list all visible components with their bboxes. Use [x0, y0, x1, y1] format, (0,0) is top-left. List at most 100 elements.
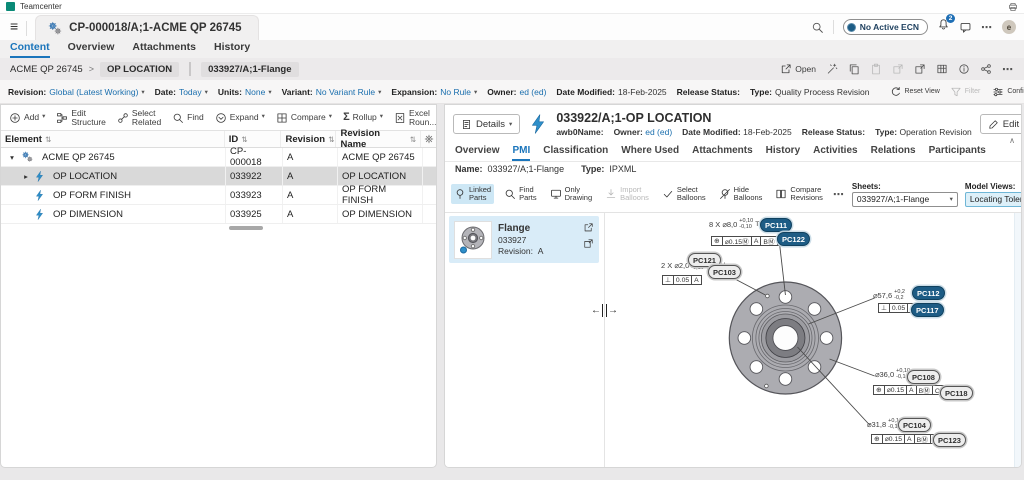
- edit-button[interactable]: Edit: [980, 114, 1022, 134]
- table-row[interactable]: OP FORM FINISH 033923 A OP FORM FINISH: [1, 186, 436, 205]
- caret-down-icon: ▾: [950, 195, 953, 203]
- horizontal-scrollbar[interactable]: [229, 226, 263, 230]
- breadcrumb-context[interactable]: 033927/A;1-Flange: [201, 62, 298, 77]
- configure-button[interactable]: Configure: [992, 86, 1024, 98]
- tab-content[interactable]: Content: [10, 41, 50, 58]
- pmi-balloon[interactable]: PC112: [912, 286, 945, 300]
- tab-relations[interactable]: Relations: [871, 145, 916, 161]
- filter-button[interactable]: Filter: [950, 86, 981, 98]
- pmi-balloon[interactable]: PC104: [898, 418, 931, 432]
- compare-revisions-button[interactable]: Compare Revisions: [772, 184, 826, 204]
- open-object-tab[interactable]: CP-000018/A;1-ACME QP 26745: [35, 15, 258, 40]
- more-icon[interactable]: ⋯: [981, 21, 993, 34]
- ecn-label: No Active ECN: [860, 22, 919, 32]
- find-parts-button[interactable]: Find Parts: [501, 184, 540, 204]
- table-row[interactable]: ▾ACME QP 26745 CP-000018 A ACME QP 26745: [1, 148, 436, 167]
- table-row[interactable]: OP DIMENSION 033925 A OP DIMENSION: [1, 205, 436, 224]
- export-icon[interactable]: [892, 63, 904, 75]
- find-button[interactable]: Find: [172, 112, 204, 124]
- pmi-balloon[interactable]: PC111: [760, 218, 792, 232]
- sort-icon[interactable]: ⇅: [410, 135, 416, 144]
- caret-down-icon[interactable]: ▾: [7, 153, 17, 162]
- tab-history[interactable]: History: [766, 145, 800, 161]
- copy-icon[interactable]: [848, 63, 860, 75]
- paste-icon[interactable]: [870, 63, 882, 75]
- menu-icon[interactable]: ≡: [10, 15, 26, 39]
- compare-button[interactable]: Compare▾: [276, 112, 332, 124]
- tab-where-used[interactable]: Where Used: [621, 145, 679, 161]
- share-icon[interactable]: [980, 63, 992, 75]
- avatar[interactable]: e: [1002, 20, 1016, 34]
- part-card-selected[interactable]: Flange 033927 Revision: A: [449, 216, 599, 263]
- edit-structure-button[interactable]: Edit Structure: [56, 109, 105, 127]
- excel-round-trip-button[interactable]: Excel Roun...: [394, 109, 436, 127]
- tab-history[interactable]: History: [214, 41, 250, 58]
- column-header-id[interactable]: ID⇅: [225, 131, 282, 147]
- caret-right-icon[interactable]: ▸: [21, 172, 31, 181]
- expand-button[interactable]: Expand▾: [215, 112, 265, 124]
- more-icon[interactable]: ⋯: [833, 188, 845, 201]
- table-icon[interactable]: [936, 63, 948, 75]
- date-field[interactable]: Date:Today▾: [155, 87, 208, 97]
- export-icon[interactable]: [583, 238, 594, 249]
- import-balloons-button[interactable]: Import Balloons: [602, 184, 652, 204]
- open-in-new-icon[interactable]: [914, 63, 926, 75]
- breadcrumb-child[interactable]: OP LOCATION: [100, 62, 179, 77]
- sort-icon[interactable]: ⇅: [241, 135, 247, 144]
- tab-activities[interactable]: Activities: [813, 145, 857, 161]
- pmi-balloon[interactable]: PC123: [933, 433, 966, 447]
- pmi-balloon[interactable]: PC122: [777, 232, 810, 246]
- column-header-revision-name[interactable]: Revision Name⇅: [336, 131, 421, 147]
- units-field[interactable]: Units:None▾: [218, 87, 272, 97]
- more-icon[interactable]: ⋯: [1002, 63, 1014, 76]
- active-ecn-button[interactable]: No Active ECN: [843, 19, 928, 35]
- info-icon[interactable]: [958, 63, 970, 75]
- column-header-element[interactable]: Element⇅: [1, 131, 225, 147]
- pmi-balloon[interactable]: PC118: [940, 386, 973, 400]
- tab-overview[interactable]: Overview: [455, 145, 499, 161]
- pane-splitter[interactable]: ← →: [591, 304, 618, 317]
- linked-parts-button[interactable]: Linked Parts: [451, 184, 494, 204]
- tab-overview[interactable]: Overview: [68, 41, 115, 58]
- select-balloons-button[interactable]: Select Balloons: [659, 184, 709, 204]
- pmi-balloon[interactable]: PC103: [708, 265, 741, 279]
- sort-icon[interactable]: ⇅: [328, 135, 334, 144]
- hide-balloons-button[interactable]: Hide Balloons: [716, 184, 766, 204]
- search-icon[interactable]: [811, 21, 824, 34]
- notifications-button[interactable]: 2: [937, 18, 950, 36]
- tab-pmi[interactable]: PMI: [512, 145, 530, 161]
- variant-field[interactable]: Variant:No Variant Rule▾: [282, 87, 382, 97]
- drawing-viewport[interactable]: 8 X ⌀8,0 +0,10-0,10 THRU ⊕⌀0.15ⓂABⓂCⓂ 2 …: [605, 213, 1014, 467]
- sort-icon[interactable]: ⇅: [45, 135, 51, 144]
- vertical-scrollbar[interactable]: [1014, 213, 1021, 467]
- tab-attachments[interactable]: Attachments: [132, 41, 196, 58]
- pmi-balloon[interactable]: PC108: [907, 370, 940, 384]
- reset-view-button[interactable]: Reset View: [890, 86, 940, 98]
- collapse-icon[interactable]: ∧: [1009, 136, 1015, 145]
- rollup-button[interactable]: ΣRollup▾: [343, 112, 383, 124]
- open-button[interactable]: Open: [780, 63, 816, 75]
- details-view-button[interactable]: Details ▾: [453, 114, 520, 134]
- revision-rule-field[interactable]: Revision:Global (Latest Working)▾: [8, 87, 145, 97]
- add-button[interactable]: Add▾: [9, 112, 45, 124]
- tab-classification[interactable]: Classification: [543, 145, 608, 161]
- caret-down-icon: ▾: [141, 88, 144, 96]
- expansion-field[interactable]: Expansion:No Rule▾: [391, 87, 477, 97]
- column-header-revision[interactable]: Revision⇅: [281, 131, 336, 147]
- sheets-group: Sheets: 033927/A;1-Flange▾: [852, 182, 958, 207]
- wand-icon[interactable]: [826, 63, 838, 75]
- tab-attachments[interactable]: Attachments: [692, 145, 753, 161]
- only-drawing-button[interactable]: Only Drawing: [547, 184, 596, 204]
- pmi-balloon[interactable]: PC117: [911, 303, 944, 317]
- tab-participants[interactable]: Participants: [929, 145, 986, 161]
- main-area: Add▾ Edit Structure Select Related Find …: [0, 104, 1024, 480]
- open-in-new-icon[interactable]: [583, 222, 594, 233]
- sheets-select[interactable]: 033927/A;1-Flange▾: [852, 192, 958, 207]
- breadcrumb-root[interactable]: ACME QP 26745: [10, 64, 83, 75]
- table-settings-button[interactable]: [421, 131, 436, 147]
- owner-link[interactable]: ed (ed): [645, 127, 672, 137]
- select-related-button[interactable]: Select Related: [117, 109, 161, 127]
- comment-icon[interactable]: [959, 21, 972, 34]
- model-views-select[interactable]: Locating Tolerances▾: [965, 192, 1022, 207]
- printer-icon[interactable]: [1008, 2, 1018, 12]
